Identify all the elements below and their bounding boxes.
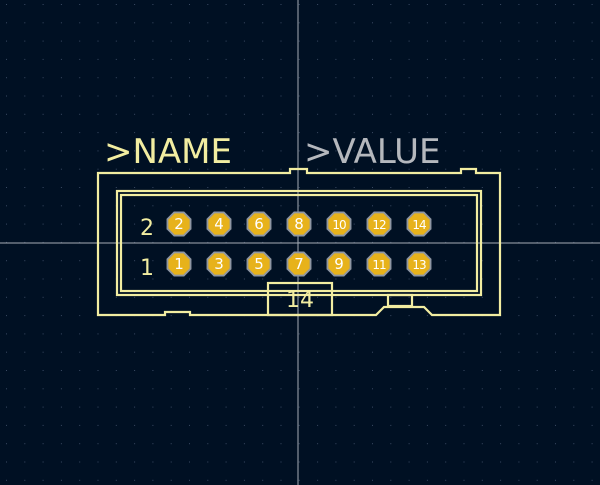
- pad-8[interactable]: 8: [286, 211, 312, 237]
- pad-13[interactable]: 13: [406, 251, 432, 277]
- pad-12[interactable]: 12: [366, 211, 392, 237]
- pad-number-label: 11: [372, 258, 386, 272]
- pad-number-label: 2: [174, 215, 184, 233]
- value-label: >VALUE: [304, 132, 440, 172]
- pad-number-label: 9: [334, 255, 344, 273]
- row-2-label: 2: [140, 216, 154, 241]
- pad-number-label: 7: [294, 255, 304, 273]
- row-1-label: 1: [140, 256, 154, 281]
- pad-number-label: 10: [332, 218, 346, 232]
- pad-6[interactable]: 6: [246, 211, 272, 237]
- pad-10[interactable]: 10: [326, 211, 352, 237]
- pad-number-label: 6: [254, 215, 264, 233]
- pcb-footprint-canvas[interactable]: >NAME >VALUE 2 1 14 2 4 6 8 10 12 141 3 5 7 9 11 13: [0, 0, 600, 485]
- pad-2[interactable]: 2: [166, 211, 192, 237]
- pad-number-label: 3: [214, 255, 224, 273]
- pad-14[interactable]: 14: [406, 211, 432, 237]
- pad-number-label: 14: [412, 218, 426, 232]
- pad-1[interactable]: 1: [166, 251, 192, 277]
- pad-9[interactable]: 9: [326, 251, 352, 277]
- pad-number-label: 8: [294, 215, 304, 233]
- pad-number-label: 1: [174, 255, 184, 273]
- pad-number-label: 13: [412, 258, 426, 272]
- pad-11[interactable]: 11: [366, 251, 392, 277]
- pad-7[interactable]: 7: [286, 251, 312, 277]
- name-label: >NAME: [104, 132, 232, 172]
- pad-number-label: 4: [214, 215, 224, 233]
- pad-number-label: 5: [254, 255, 264, 273]
- pin-count-label: 14: [286, 288, 314, 313]
- pad-number-label: 12: [372, 218, 386, 232]
- pad-4[interactable]: 4: [206, 211, 232, 237]
- pad-3[interactable]: 3: [206, 251, 232, 277]
- pad-5[interactable]: 5: [246, 251, 272, 277]
